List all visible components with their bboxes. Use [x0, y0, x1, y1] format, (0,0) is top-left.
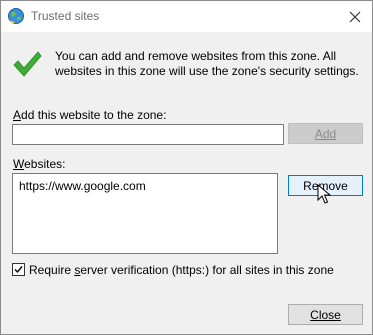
mouse-cursor-icon: [317, 183, 333, 206]
websites-label: Websites:: [13, 157, 66, 171]
green-checkmark-icon: [11, 48, 43, 80]
add-website-input[interactable]: [12, 124, 284, 145]
add-website-label: Add this website to the zone:: [13, 108, 167, 122]
require-https-label[interactable]: Require server verification (https:) for…: [29, 263, 334, 277]
websites-listbox[interactable]: https://www.google.com: [12, 173, 278, 254]
close-button[interactable]: Close: [288, 304, 363, 325]
add-button[interactable]: Add: [288, 123, 363, 144]
window-title: Trusted sites: [31, 9, 100, 23]
close-window-icon[interactable]: [338, 1, 372, 32]
website-list-item[interactable]: https://www.google.com: [19, 179, 146, 193]
internet-options-globe-icon: [7, 7, 25, 25]
trusted-sites-dialog: Trusted sites You can add and remove web…: [0, 0, 373, 335]
title-bar: Trusted sites: [1, 1, 372, 32]
require-https-checkbox[interactable]: [12, 263, 25, 276]
zone-info-text: You can add and remove websites from thi…: [55, 49, 359, 78]
